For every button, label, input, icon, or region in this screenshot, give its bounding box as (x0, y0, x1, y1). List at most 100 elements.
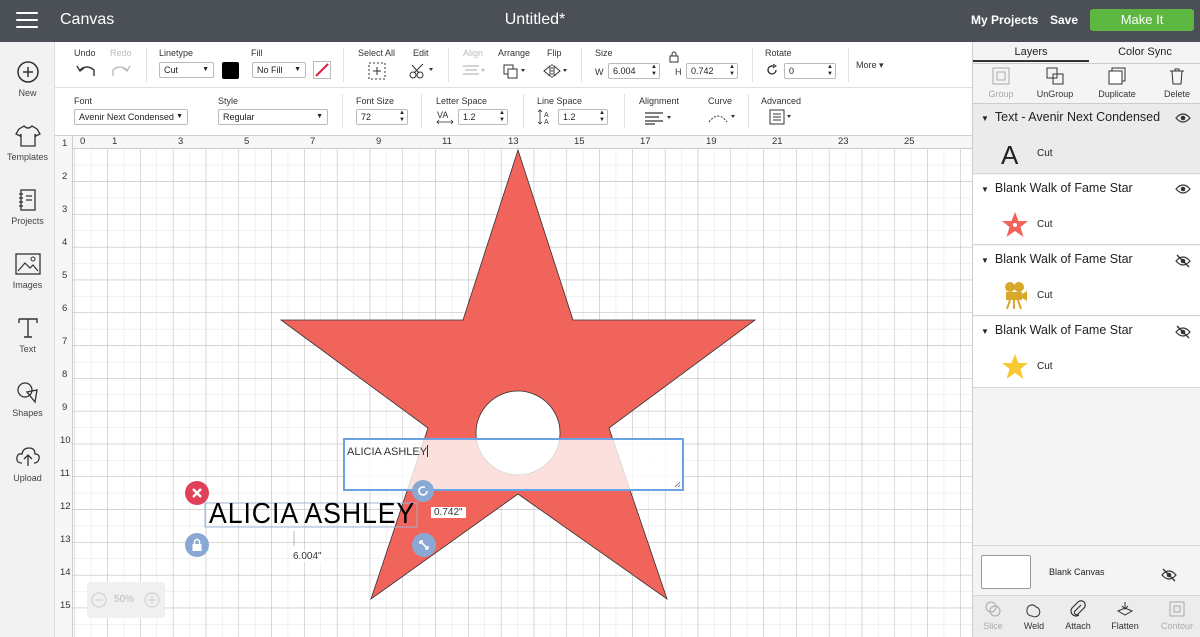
layer-group-star-1[interactable]: ▼ Blank Walk of Fame Star Cut (973, 175, 1200, 245)
more-button[interactable]: More ▾ (856, 60, 884, 71)
ungroup-button[interactable]: UnGroup (1027, 66, 1083, 99)
svg-text:VA: VA (437, 110, 448, 120)
font-select[interactable]: Avenir Next Condensed ▼ (74, 109, 188, 125)
layer-group-title: Text - Avenir Next Condensed (994, 110, 1161, 124)
delete-label: Delete (1163, 89, 1190, 99)
make-it-button[interactable]: Make It (1090, 9, 1194, 31)
zoom-in-icon[interactable] (144, 592, 160, 608)
ruler-left-tick-label: 7 (62, 336, 68, 347)
sidebar-item-upload[interactable]: Upload (0, 445, 55, 483)
sidebar-item-projects[interactable]: Projects (0, 188, 55, 226)
tab-color-sync[interactable]: Color Sync (1089, 42, 1200, 62)
no-fill-swatch-icon[interactable] (313, 61, 331, 79)
layer-group-text[interactable]: ▼ Text - Avenir Next Condensed A Cut (973, 104, 1200, 174)
layer-group-header[interactable]: ▼ Text - Avenir Next Condensed (981, 110, 1160, 124)
size-lock-icon[interactable] (669, 51, 679, 63)
sidebar-item-text[interactable]: Text (0, 316, 55, 354)
ruler-top-tick-label: 15 (574, 136, 585, 147)
resize-handle[interactable] (412, 533, 436, 557)
ruler-left-tick-label: 4 (62, 237, 68, 248)
undo-icon[interactable] (75, 62, 97, 80)
duplicate-icon (1108, 67, 1126, 85)
sidebar-item-templates[interactable]: Templates (0, 124, 55, 162)
redo-label: Redo (110, 48, 132, 58)
text-edit-box[interactable]: ALICIA ASHLEY (343, 438, 684, 491)
duplicate-button[interactable]: Duplicate (1089, 66, 1145, 99)
edit-scissors-icon[interactable] (409, 62, 435, 80)
slice-button[interactable]: Slice (973, 600, 1013, 631)
left-sidebar: New Templates Projects Images Text Shape… (0, 42, 55, 637)
eye-hidden-icon[interactable] (1161, 568, 1177, 582)
blank-canvas-label: Blank Canvas (1049, 567, 1105, 577)
arrange-icon[interactable] (502, 63, 528, 79)
layer-sub-linetype: Cut (1037, 290, 1053, 301)
layer-group-title: Blank Walk of Fame Star (994, 181, 1133, 195)
sidebar-item-images[interactable]: Images (0, 252, 55, 290)
ungroup-icon (1046, 67, 1064, 85)
letter-space-value: 1.2 (463, 112, 476, 122)
align-label: Align (463, 48, 484, 58)
curve-icon[interactable] (707, 110, 739, 124)
ruler-left-tick-label: 12 (60, 501, 71, 512)
tab-layers[interactable]: Layers (973, 42, 1089, 62)
group-button[interactable]: Group (973, 66, 1029, 99)
resize-grip-icon[interactable] (674, 481, 681, 488)
delete-handle[interactable] (185, 481, 209, 505)
zoom-out-icon[interactable] (91, 592, 107, 608)
rotate-handle-icon (418, 486, 428, 496)
eye-hidden-icon[interactable] (1175, 325, 1191, 339)
flip-icon[interactable] (542, 63, 570, 79)
contour-button[interactable]: Contour (1157, 600, 1197, 631)
eye-hidden-icon[interactable] (1175, 254, 1191, 268)
my-projects-button[interactable]: My Projects (971, 13, 1038, 27)
camera-gold-thumb-icon (1005, 282, 1027, 310)
blank-canvas-swatch[interactable] (981, 555, 1031, 589)
flatten-button[interactable]: Flatten (1105, 600, 1145, 631)
rotate-handle[interactable] (412, 480, 434, 502)
image-icon (14, 253, 41, 275)
layer-group-header[interactable]: ▼ Blank Walk of Fame Star (981, 181, 1133, 195)
sidebar-item-shapes[interactable]: Shapes (0, 380, 55, 418)
delete-button[interactable]: Delete (1149, 66, 1200, 99)
advanced-icon[interactable] (769, 109, 797, 125)
sidebar-item-new[interactable]: New (0, 60, 55, 98)
redo-icon[interactable] (110, 62, 132, 80)
line-space-value: 1.2 (563, 112, 576, 122)
layer-group-star-3[interactable]: ▼ Blank Walk of Fame Star Cut (973, 317, 1200, 388)
text-object-alicia-ashley[interactable]: ALICIA ASHLEY (209, 498, 415, 531)
design-canvas[interactable]: 0 1 3 5 7 9 11 13 15 17 19 21 23 25 1 2 3 4 5 6 7 8 9 10 11 12 13… (55, 136, 972, 637)
text-edit-content[interactable]: ALICIA ASHLEY (347, 445, 429, 458)
linetype-select[interactable]: Cut ▼ (159, 62, 214, 78)
tshirt-icon (14, 125, 41, 147)
ruler-top-tick-label: 21 (772, 136, 783, 147)
line-space-input[interactable]: 1.2 ▲ ▼ (558, 109, 608, 125)
height-input[interactable]: 0.742 ▲ ▼ (686, 63, 738, 79)
width-input[interactable]: 6.004 ▲ ▼ (608, 63, 660, 79)
letter-space-input[interactable]: 1.2 ▲ ▼ (458, 109, 508, 125)
alignment-icon[interactable] (643, 111, 675, 125)
notebook-icon (18, 189, 36, 211)
letter-space-icon: VA (436, 110, 454, 125)
rotate-input[interactable]: 0 ▲ ▼ (784, 63, 836, 79)
font-size-input[interactable]: 72 ▲ ▼ (356, 109, 408, 125)
ruler-left-tick-label: 3 (62, 204, 68, 215)
ruler-top-tick-label: 0 (80, 136, 86, 147)
lock-handle[interactable] (185, 533, 209, 557)
eye-icon[interactable] (1175, 183, 1191, 195)
font-label: Font (74, 96, 93, 106)
layer-group-header[interactable]: ▼ Blank Walk of Fame Star (981, 323, 1133, 337)
select-all-icon[interactable] (368, 62, 386, 80)
style-select[interactable]: Regular ▼ (218, 109, 328, 125)
weld-button[interactable]: Weld (1014, 600, 1054, 631)
font-size-label: Font Size (356, 96, 395, 106)
eye-icon[interactable] (1175, 112, 1191, 124)
ruler-top-tick-label: 17 (640, 136, 651, 147)
align-icon[interactable] (461, 64, 487, 78)
layer-group-star-2[interactable]: ▼ Blank Walk of Fame Star Cut (973, 246, 1200, 316)
layer-group-header[interactable]: ▼ Blank Walk of Fame Star (981, 252, 1133, 266)
fill-select[interactable]: No Fill ▼ (252, 62, 306, 78)
linetype-color-swatch[interactable] (222, 62, 239, 79)
attach-button[interactable]: Attach (1058, 600, 1098, 631)
save-button[interactable]: Save (1050, 13, 1078, 27)
ruler-top-tick-label: 3 (178, 136, 184, 147)
